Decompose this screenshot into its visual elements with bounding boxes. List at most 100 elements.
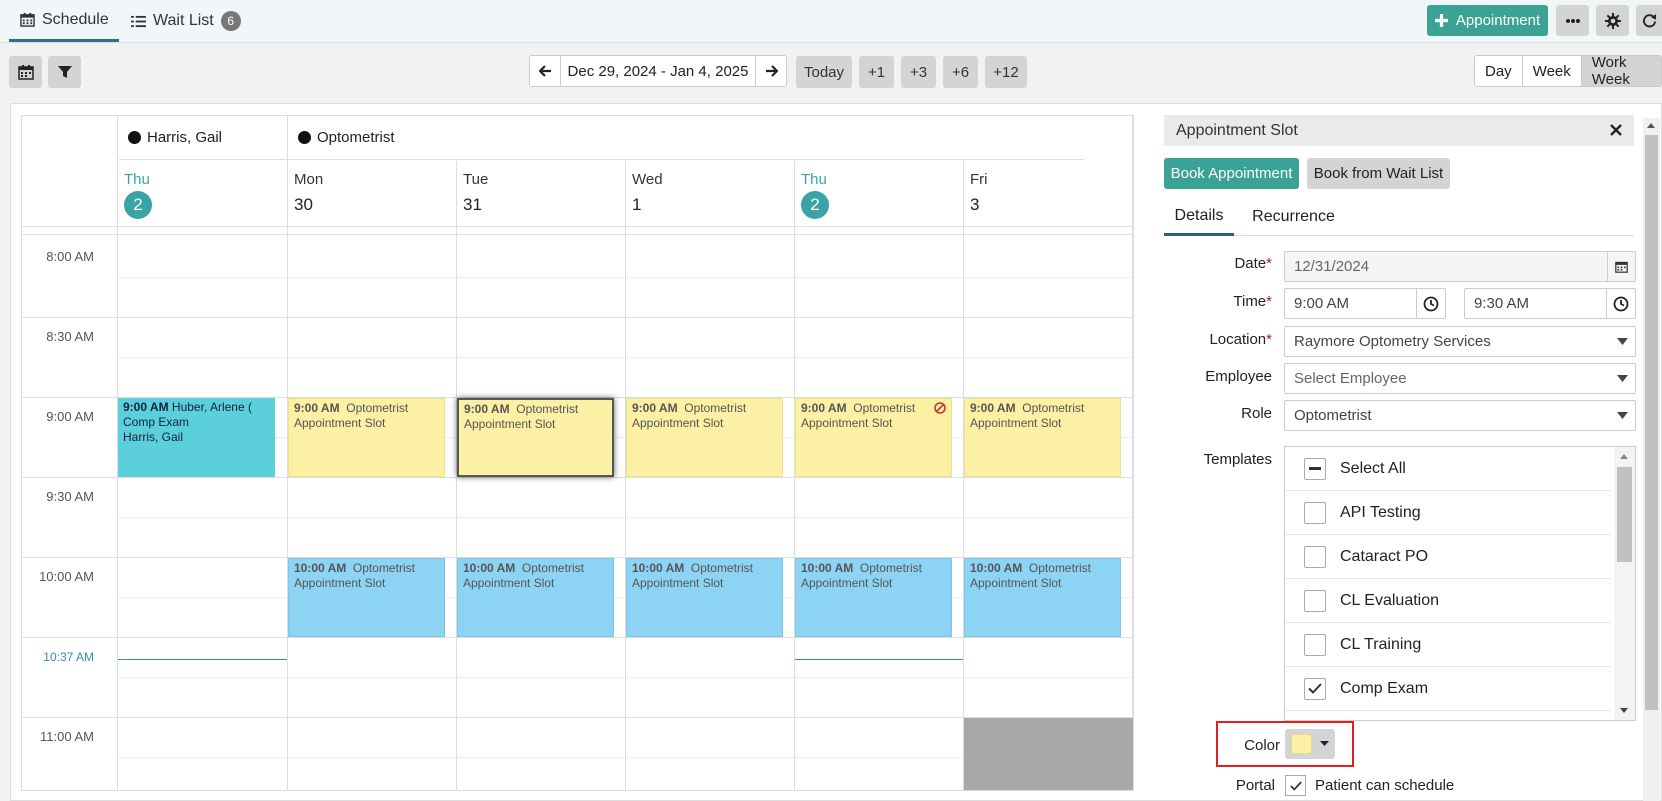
- appointment-slot-event-selected[interactable]: 9:00 AM Optometrist Appointment Slot: [457, 398, 614, 477]
- refresh-button[interactable]: [1636, 5, 1662, 36]
- end-time-field[interactable]: 9:30 AM: [1464, 288, 1636, 319]
- scrollbar-thumb[interactable]: [1645, 135, 1658, 710]
- tab-schedule-label: Schedule: [42, 10, 109, 28]
- plus-icon: [1434, 14, 1448, 27]
- more-options-button[interactable]: [1556, 5, 1589, 36]
- column-divider: [1132, 116, 1133, 790]
- calendar-icon: [20, 12, 35, 27]
- view-switcher: Day Week Work Week: [1474, 55, 1662, 87]
- date-field[interactable]: 12/31/2024: [1284, 251, 1636, 282]
- employee-placeholder: Select Employee: [1294, 370, 1407, 387]
- calendar-picker-button[interactable]: [9, 56, 42, 88]
- day-header[interactable]: Thu 2: [117, 161, 289, 226]
- tab-schedule[interactable]: Schedule: [9, 0, 119, 42]
- calendar-icon[interactable]: [1607, 252, 1635, 281]
- portal-checkbox[interactable]: [1285, 775, 1306, 796]
- appointment-slot-event[interactable]: 10:00 AM Optometrist Appointment Slot: [457, 558, 614, 637]
- header-divider: [22, 226, 1132, 227]
- date-value: 12/31/2024: [1294, 258, 1370, 275]
- day-header[interactable]: Thu 2: [794, 161, 963, 226]
- event-time: 10:00 AM: [970, 561, 1023, 575]
- event-label: Appointment Slot: [801, 416, 893, 430]
- time-label: 8:30 AM: [46, 329, 94, 344]
- header-divider: [22, 234, 1132, 235]
- panel-title: Appointment Slot: [1176, 121, 1298, 139]
- day-header[interactable]: Fri 3: [963, 161, 1133, 226]
- template-item[interactable]: CL Training: [1286, 623, 1611, 667]
- event-time: 10:00 AM: [463, 561, 516, 575]
- appointment-slot-event[interactable]: 10:00 AM Optometrist Appointment Slot: [795, 558, 952, 637]
- tab-details[interactable]: Details: [1164, 198, 1234, 236]
- checkbox-unchecked[interactable]: [1304, 633, 1326, 656]
- start-time-field[interactable]: 9:00 AM: [1284, 288, 1446, 319]
- jump-plus-3-button[interactable]: +3: [901, 56, 936, 88]
- jump-plus-12-button[interactable]: +12: [985, 56, 1027, 88]
- appointment-slot-event[interactable]: 10:00 AM Optometrist Appointment Slot: [626, 558, 783, 637]
- close-icon[interactable]: [1610, 124, 1622, 136]
- new-appointment-button[interactable]: Appointment: [1427, 5, 1548, 36]
- color-swatch: [1291, 734, 1312, 754]
- clock-icon[interactable]: [1606, 289, 1635, 318]
- checkbox-unchecked[interactable]: [1304, 501, 1326, 524]
- appointment-slot-event[interactable]: 10:00 AM Optometrist Appointment Slot: [964, 558, 1121, 637]
- today-button[interactable]: Today: [796, 56, 852, 88]
- jump-plus-6-button[interactable]: +6: [943, 56, 978, 88]
- portal-label: Portal: [1235, 777, 1275, 794]
- tab-recurrence[interactable]: Recurrence: [1246, 198, 1341, 236]
- book-appointment-button[interactable]: Book Appointment: [1164, 158, 1299, 189]
- template-item[interactable]: CL Evaluation: [1286, 579, 1611, 623]
- event-role: Optometrist: [684, 401, 747, 415]
- previous-week-button[interactable]: [530, 56, 561, 86]
- employee-select[interactable]: Select Employee: [1284, 363, 1636, 394]
- appointment-slot-event[interactable]: 9:00 AM Optometrist Appointment Slot: [288, 398, 445, 477]
- clock-icon[interactable]: [1416, 289, 1445, 318]
- checkbox-unchecked[interactable]: [1304, 545, 1326, 568]
- appointment-event[interactable]: 9:00 AM Huber, Arlene ( Comp Exam Harris…: [118, 398, 275, 477]
- day-name: Fri: [970, 171, 988, 188]
- filter-button[interactable]: [48, 56, 81, 88]
- settings-button[interactable]: [1596, 5, 1629, 36]
- half-slot-line: [117, 277, 1132, 278]
- filter-icon: [57, 65, 72, 79]
- jump-plus-1-button[interactable]: +1: [859, 56, 894, 88]
- day-header[interactable]: Wed 1: [625, 161, 794, 226]
- event-time: 9:00 AM: [123, 400, 169, 414]
- time-label: 9:00 AM: [46, 409, 94, 424]
- panel-scrollbar[interactable]: [1643, 118, 1660, 801]
- event-role: Optometrist: [1028, 561, 1091, 575]
- unavailable-block: [964, 718, 1133, 790]
- template-item[interactable]: API Testing: [1286, 491, 1611, 535]
- end-time-value: 9:30 AM: [1474, 295, 1530, 312]
- event-time: 10:00 AM: [801, 561, 854, 575]
- tab-wait-list[interactable]: Wait List 6: [131, 0, 241, 42]
- view-work-week-button[interactable]: Work Week: [1581, 56, 1661, 86]
- view-week-button[interactable]: Week: [1523, 56, 1582, 86]
- book-from-wait-list-button[interactable]: Book from Wait List: [1307, 158, 1450, 189]
- next-week-button[interactable]: [755, 56, 786, 86]
- color-picker[interactable]: [1285, 729, 1335, 759]
- appointment-slot-event[interactable]: 9:00 AM Optometrist Appointment Slot: [626, 398, 783, 477]
- location-select[interactable]: Raymore Optometry Services: [1284, 326, 1636, 357]
- day-header[interactable]: Mon 30: [287, 161, 456, 226]
- checkbox-partial[interactable]: [1304, 457, 1326, 480]
- appointment-slot-event[interactable]: 9:00 AM Optometrist Appointment Slot: [964, 398, 1121, 477]
- checkbox-unchecked[interactable]: [1304, 589, 1326, 612]
- day-header[interactable]: Tue 31: [456, 161, 625, 226]
- refresh-icon: [1642, 13, 1657, 28]
- date-range-label[interactable]: Dec 29, 2024 - Jan 4, 2025: [561, 56, 755, 86]
- view-day-button[interactable]: Day: [1475, 56, 1523, 86]
- employee-label: Employee: [1205, 368, 1272, 385]
- date-label: Date*: [1234, 255, 1272, 272]
- resource-color-dot: [298, 131, 311, 144]
- templates-scrollbar[interactable]: [1614, 447, 1635, 720]
- template-item[interactable]: Comp Exam: [1286, 667, 1611, 711]
- scrollbar-thumb[interactable]: [1617, 467, 1632, 562]
- appointment-slot-event[interactable]: 10:00 AM Optometrist Appointment Slot: [288, 558, 445, 637]
- template-item[interactable]: Cataract PO: [1286, 535, 1611, 579]
- template-select-all[interactable]: Select All: [1286, 447, 1611, 491]
- event-time: 9:00 AM: [294, 401, 340, 415]
- checkbox-checked[interactable]: [1304, 677, 1326, 700]
- appointment-slot-event[interactable]: 9:00 AM Optometrist Appointment Slot: [795, 398, 952, 477]
- time-label: 8:00 AM: [46, 249, 94, 264]
- role-select[interactable]: Optometrist: [1284, 400, 1636, 431]
